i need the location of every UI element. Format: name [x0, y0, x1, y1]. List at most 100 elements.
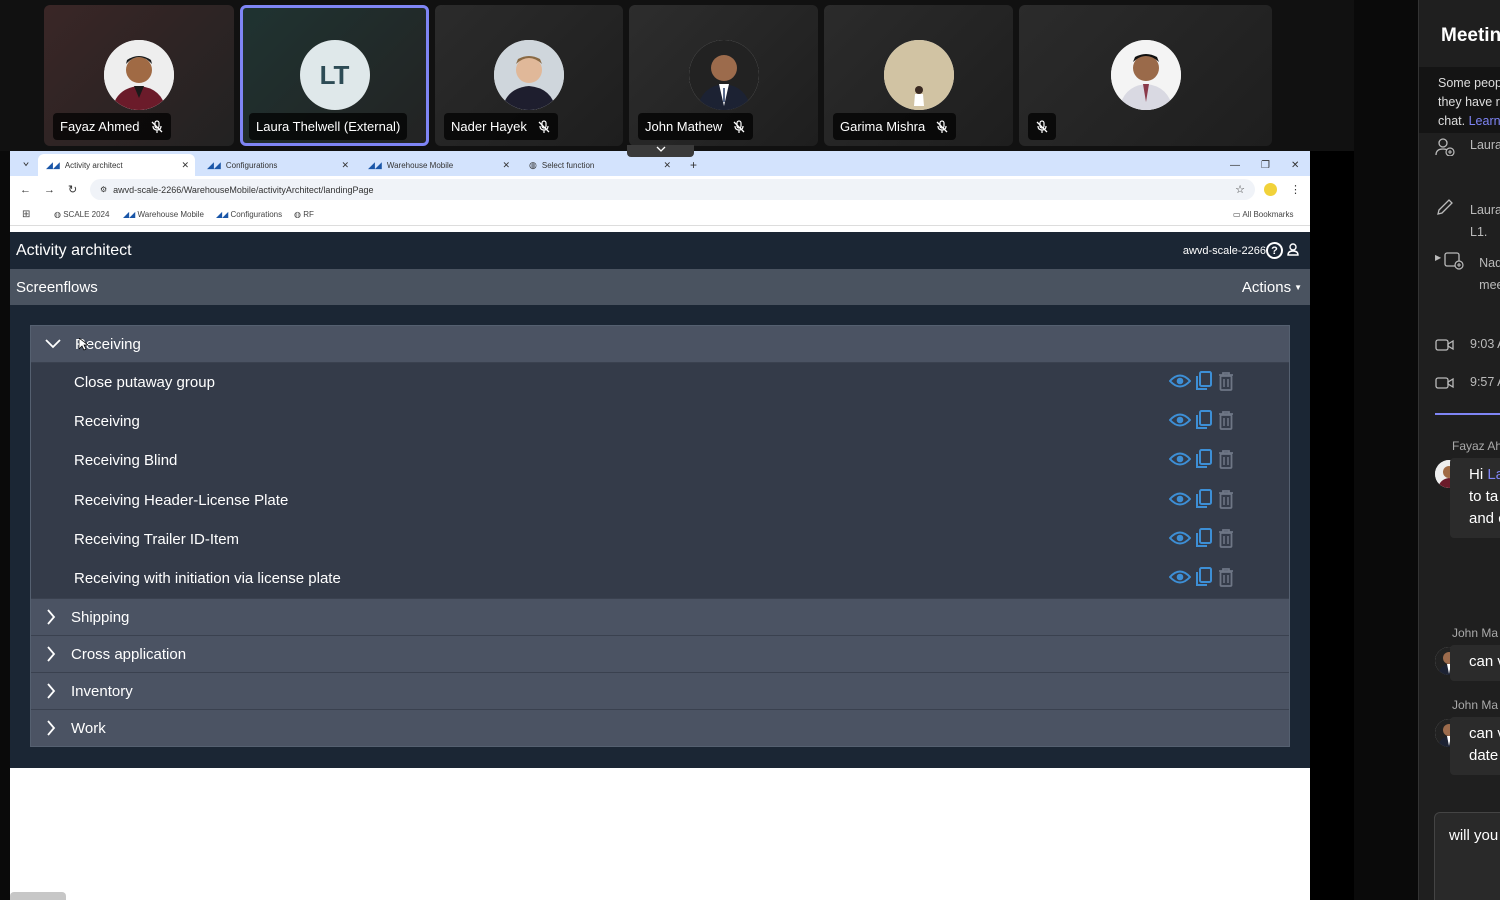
compose-message-input[interactable]: will you	[1434, 812, 1500, 900]
tab-title: Activity architect	[64, 160, 123, 170]
participant-tile[interactable]: Nader Hayek	[435, 5, 623, 146]
plus-icon: +	[690, 158, 698, 172]
user-icon[interactable]	[1287, 243, 1299, 261]
site-info-icon[interactable]: ⚙	[100, 185, 107, 194]
chat-event[interactable]: ▶ Nademeet	[1435, 252, 1500, 296]
delete-trash-icon[interactable]	[1217, 371, 1235, 395]
group-header-collapsed[interactable]: Inventory	[31, 672, 1289, 710]
screenflow-item[interactable]: Receiving with initiation via license pl…	[31, 558, 1289, 599]
forward-icon[interactable]: →	[44, 184, 55, 196]
help-icon[interactable]: ?	[1266, 242, 1283, 259]
chat-message[interactable]: can v	[1450, 645, 1500, 681]
delete-trash-icon[interactable]	[1217, 410, 1235, 434]
message-sender: John Ma	[1452, 626, 1499, 640]
close-icon[interactable]: ✕	[181, 160, 189, 171]
view-eye-icon[interactable]	[1168, 413, 1192, 431]
view-eye-icon[interactable]	[1168, 374, 1192, 392]
delete-trash-icon[interactable]	[1217, 567, 1235, 591]
restore-icon: ❐	[1261, 159, 1270, 171]
chat-message[interactable]: Hi La to ta and c	[1450, 458, 1500, 538]
participant-tile-active-speaker[interactable]: LT Laura Thelwell (External)	[240, 5, 429, 146]
new-tab-button[interactable]: +	[682, 154, 702, 176]
event-text: Laura	[1470, 138, 1500, 152]
copy-icon[interactable]	[1195, 566, 1213, 591]
browser-tab[interactable]: ◢◢ Activity architect ✕	[38, 154, 195, 176]
dynamics-icon: ◢◢	[207, 159, 221, 170]
screenflow-label: Receiving Header-License Plate	[74, 491, 289, 509]
screenflow-item[interactable]: Receiving	[31, 402, 1289, 442]
back-icon[interactable]: ←	[20, 184, 31, 196]
compose-text: will you	[1449, 827, 1499, 844]
view-eye-icon[interactable]	[1168, 531, 1192, 549]
menu-kebab-icon[interactable]: ⋮	[1290, 183, 1301, 196]
screenflow-item[interactable]: Receiving Trailer ID-Item	[31, 519, 1289, 559]
group-header-collapsed[interactable]: Cross application	[31, 635, 1289, 673]
star-icon[interactable]: ☆	[1235, 183, 1245, 196]
copy-icon[interactable]	[1195, 410, 1213, 434]
actions-menu-button[interactable]: Actions ▼	[1242, 279, 1302, 296]
event-text: Nademeet	[1479, 256, 1500, 292]
group-header-expanded[interactable]: Receiving	[31, 326, 1289, 363]
delete-trash-icon[interactable]	[1217, 528, 1235, 552]
participant-name: Laura Thelwell (External)	[256, 119, 401, 134]
reload-icon[interactable]: ↻	[68, 183, 77, 196]
participant-nametag: John Mathew	[638, 113, 754, 140]
participant-tile[interactable]: Fayaz Ahmed	[44, 5, 234, 146]
delete-trash-icon[interactable]	[1217, 489, 1235, 513]
close-icon[interactable]: ✕	[663, 160, 671, 171]
group-header-collapsed[interactable]: Shipping	[31, 598, 1289, 636]
event-text: 9:57 A	[1470, 375, 1500, 389]
profile-icon[interactable]	[1264, 183, 1277, 196]
copy-icon[interactable]	[1195, 488, 1213, 513]
minimize-button[interactable]: —	[1222, 154, 1248, 176]
participant-name: Nader Hayek	[451, 119, 527, 134]
bookmark-item[interactable]: ◍ SCALE 2024	[54, 210, 109, 219]
collapse-participants-button[interactable]	[627, 145, 694, 157]
screenflow-item[interactable]: Receiving Header-License Plate	[31, 480, 1289, 520]
tab-search-button[interactable]	[15, 153, 37, 175]
pencil-icon	[1435, 199, 1455, 243]
chat-event: Laura L1.	[1435, 199, 1500, 243]
video-icon	[1435, 337, 1455, 356]
browser-tab[interactable]: ◢◢ Warehouse Mobile ✕	[360, 154, 516, 176]
screenflows-list: Receiving Close putaway group Receiving Re…	[30, 325, 1290, 747]
bookmark-item[interactable]: ◢◢ Warehouse Mobile	[123, 210, 204, 219]
group-header-collapsed[interactable]: Work	[31, 709, 1289, 747]
chat-message[interactable]: can v date	[1450, 717, 1500, 775]
delete-trash-icon[interactable]	[1217, 449, 1235, 473]
bookmark-item[interactable]: ◍ RF	[294, 210, 314, 219]
restore-button[interactable]: ❐	[1253, 154, 1278, 176]
chevron-down-icon	[656, 146, 665, 152]
view-eye-icon[interactable]	[1168, 570, 1192, 588]
collapsed-groups: Shipping Cross application Inventory Work	[31, 598, 1289, 747]
chevron-right-icon	[31, 609, 71, 625]
copy-icon[interactable]	[1195, 371, 1213, 395]
close-icon[interactable]: ✕	[341, 160, 349, 171]
screenflow-item[interactable]: Receiving Blind	[31, 441, 1289, 481]
row-actions	[1168, 449, 1235, 473]
mic-muted-icon	[732, 119, 746, 134]
copy-icon[interactable]	[1195, 449, 1213, 473]
url-text: awvd-scale-2266/WarehouseMobile/activity…	[113, 184, 374, 195]
mention[interactable]: La	[1487, 466, 1500, 483]
screenflow-item[interactable]: Close putaway group	[31, 363, 1289, 403]
chat-notice: Some peop they have r chat. Learn	[1419, 67, 1500, 133]
learn-more-link[interactable]: Learn	[1469, 114, 1500, 128]
bookmark-item[interactable]: ◢◢ Configurations	[216, 210, 282, 219]
participant-tile[interactable]: Garima Mishra	[824, 5, 1013, 146]
taskbar-tab	[10, 892, 66, 900]
view-eye-icon[interactable]	[1168, 492, 1192, 510]
all-bookmarks[interactable]: ▭ All Bookmarks	[1233, 210, 1293, 219]
participant-tile[interactable]: John Mathew	[629, 5, 818, 146]
view-eye-icon[interactable]	[1168, 452, 1192, 470]
apps-grid-icon[interactable]: ⊞	[22, 209, 30, 220]
browser-tab[interactable]: ◢◢ Configurations ✕	[199, 154, 355, 176]
copy-icon[interactable]	[1195, 527, 1213, 552]
close-window-button[interactable]: ✕	[1283, 154, 1307, 176]
browser-tab[interactable]: ◍ Select function ✕	[521, 154, 677, 176]
close-icon[interactable]: ✕	[502, 160, 510, 171]
participant-tile[interactable]	[1019, 5, 1272, 146]
mic-muted-icon	[1035, 119, 1049, 134]
address-bar[interactable]: ⚙ awvd-scale-2266/WarehouseMobile/activi…	[90, 179, 1255, 200]
meeting-add-icon	[1444, 252, 1464, 296]
